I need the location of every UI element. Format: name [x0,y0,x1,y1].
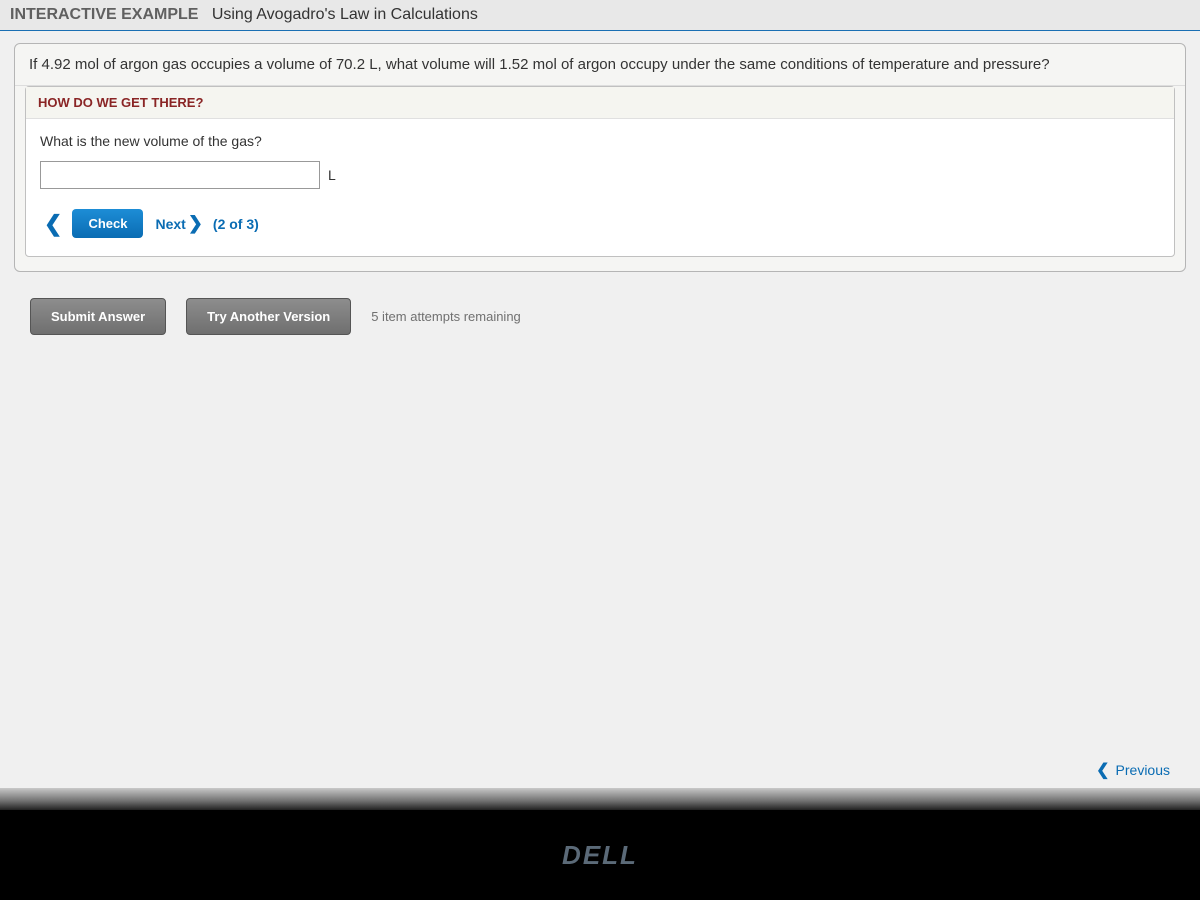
work-panel-header: HOW DO WE GET THERE? [26,87,1174,119]
page-header: INTERACTIVE EXAMPLE Using Avogadro's Law… [0,0,1200,31]
chevron-left-icon[interactable]: ❮ [40,211,66,237]
previous-nav[interactable]: ❮ Previous [1096,760,1170,780]
header-title: Using Avogadro's Law in Calculations [212,6,478,23]
next-label: Next [155,216,185,232]
try-another-button[interactable]: Try Another Version [186,298,351,335]
previous-label: Previous [1116,762,1170,778]
chevron-right-icon: ❯ [188,213,203,234]
submit-answer-button[interactable]: Submit Answer [30,298,166,335]
step-counter: (2 of 3) [213,216,259,232]
question-panel: If 4.92 mol of argon gas occupies a volu… [14,43,1186,272]
work-panel-body: What is the new volume of the gas? L ❮ C… [26,119,1174,256]
footer-row: Submit Answer Try Another Version 5 item… [30,298,1170,335]
unit-label: L [328,167,336,183]
answer-input[interactable] [40,161,320,189]
next-button[interactable]: Next ❯ [155,213,202,234]
header-label: INTERACTIVE EXAMPLE [10,6,198,23]
monitor-bezel-edge [0,788,1200,810]
work-panel: HOW DO WE GET THERE? What is the new vol… [25,86,1175,257]
chevron-left-icon: ❮ [1096,760,1109,780]
prompt-text: What is the new volume of the gas? [40,133,1160,149]
attempts-remaining: 5 item attempts remaining [371,309,521,324]
monitor-bezel: DELL [0,810,1200,900]
question-text: If 4.92 mol of argon gas occupies a volu… [15,44,1185,86]
step-nav-row: ❮ Check Next ❯ (2 of 3) [40,209,1160,238]
monitor-brand: DELL [562,840,638,871]
answer-input-row: L [40,161,1160,189]
check-button[interactable]: Check [72,209,143,238]
